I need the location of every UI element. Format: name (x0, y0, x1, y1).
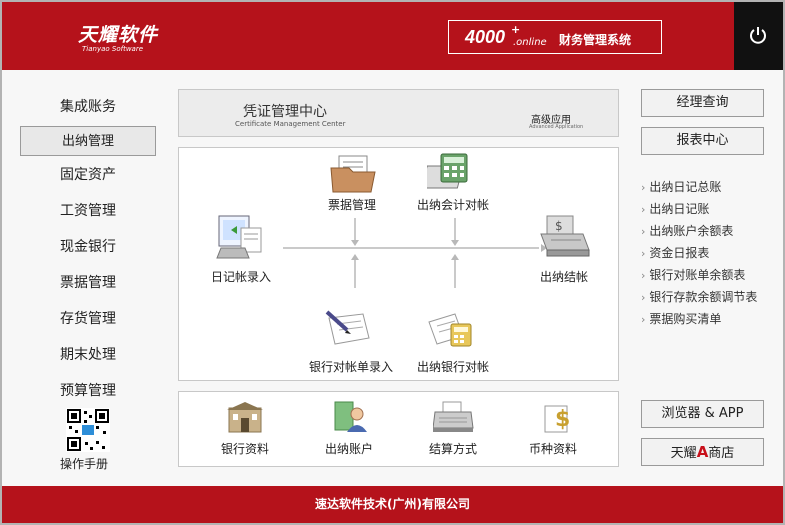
report-link[interactable]: › 出纳账户余额表 (641, 220, 757, 242)
nav-item-payroll[interactable]: 工资管理 (20, 196, 156, 226)
cashier-flow-panel: 票据管理 出纳会计对帐 日记帐录入 $ 出纳结帐 银行对帐单录入 出纳银行对帐 (178, 147, 619, 381)
banner-title: 凭证管理中心 (243, 104, 327, 120)
report-link[interactable]: › 票据购买清单 (641, 308, 757, 330)
bank-building-icon[interactable] (225, 400, 265, 438)
svg-text:$: $ (555, 407, 570, 432)
footer-company: 速达软件技术(广州)有限公司 (2, 486, 783, 523)
store-label-pre: 天耀 (670, 446, 697, 461)
nav-item-ledger[interactable]: 集成账务 (20, 92, 156, 122)
nav-item-inventory[interactable]: 存货管理 (20, 304, 156, 334)
chevron-right-icon: › (641, 313, 646, 326)
chevron-right-icon: › (641, 269, 646, 282)
calculator-icon[interactable] (420, 152, 477, 198)
manual-link[interactable]: 操作手册 (60, 455, 108, 472)
report-link[interactable]: › 出纳日记总账 (641, 176, 757, 198)
report-link[interactable]: › 资金日报表 (641, 242, 757, 264)
system-name: 财务管理系统 (559, 33, 632, 47)
power-icon (750, 27, 766, 44)
cashier-account-label[interactable]: 出纳账户 (325, 440, 373, 457)
power-button[interactable] (734, 2, 783, 70)
system-online: .online (513, 37, 547, 48)
bank-statement-entry-label[interactable]: 银行对帐单录入 (309, 358, 393, 375)
qr-code-icon[interactable] (66, 408, 110, 452)
banner-subtitle: Certificate Management Center (235, 120, 346, 128)
report-link[interactable]: › 银行对账单余额表 (641, 264, 757, 286)
settlement-register-icon[interactable] (432, 400, 475, 438)
nav-item-bills[interactable]: 票据管理 (20, 268, 156, 298)
cashier-accounting-reconcile-label[interactable]: 出纳会计对帐 (417, 196, 489, 213)
chevron-right-icon: › (641, 247, 646, 260)
cashier-bank-reconcile-label[interactable]: 出纳银行对帐 (417, 358, 489, 375)
svg-text:$: $ (555, 219, 563, 233)
nav-item-fixed-assets[interactable]: 固定资产 (20, 160, 156, 190)
pen-document-icon[interactable] (323, 308, 375, 352)
store-logo-a: A (696, 443, 709, 461)
advanced-app-subtitle: Advanced Application (529, 124, 584, 130)
nav-item-period-end[interactable]: 期末处理 (20, 340, 156, 370)
nav-item-budget[interactable]: 预算管理 (20, 376, 156, 406)
app-store-button[interactable]: 天耀A商店 (641, 438, 764, 466)
currency-info-label[interactable]: 币种资料 (529, 440, 577, 457)
cashier-closing-label[interactable]: 出纳结帐 (540, 268, 588, 285)
header-bar: 天耀软件 Tianyao Software 4000 + .online 财务管… (2, 2, 734, 70)
ticket-management-label[interactable]: 票据管理 (328, 196, 376, 213)
journal-entry-label[interactable]: 日记帐录入 (211, 268, 271, 285)
report-list: › 出纳日记总账 › 出纳日记账 › 出纳账户余额表 › 资金日报表 › 银行对账单余额表… (641, 176, 757, 330)
report-link[interactable]: › 银行存款余额调节表 (641, 286, 757, 308)
chevron-right-icon: › (641, 203, 646, 216)
chevron-right-icon: › (641, 291, 646, 304)
cash-register-icon[interactable]: $ (539, 214, 591, 264)
nav-item-cash-bank[interactable]: 现金银行 (20, 232, 156, 262)
certificate-banner: 凭证管理中心 Certificate Management Center 高级应… (178, 89, 619, 137)
chevron-right-icon: › (641, 225, 646, 238)
report-center-button[interactable]: 报表中心 (641, 127, 764, 155)
system-version: 4000 (465, 27, 506, 47)
currency-icon[interactable]: $ (541, 400, 577, 438)
cashier-account-icon[interactable] (329, 400, 369, 438)
bank-reconcile-icon[interactable] (425, 308, 475, 354)
logo-text: 天耀软件 (78, 24, 159, 46)
browser-app-button[interactable]: 浏览器 & APP (641, 400, 764, 428)
system-title-box: 4000 + .online 财务管理系统 (448, 20, 662, 54)
ticket-folder-icon[interactable] (329, 154, 379, 198)
settlement-method-label[interactable]: 结算方式 (429, 440, 477, 457)
store-label-post: 商店 (708, 446, 735, 461)
chevron-right-icon: › (641, 181, 646, 194)
computer-entry-icon[interactable] (215, 212, 265, 266)
manager-query-button[interactable]: 经理查询 (641, 89, 764, 117)
nav-item-cashier[interactable]: 出纳管理 (20, 126, 156, 156)
logo-subtext: Tianyao Software (82, 45, 144, 53)
basic-data-panel: 银行资料 出纳账户 结算方式 $ 币种资料 (178, 391, 619, 467)
report-link[interactable]: › 出纳日记账 (641, 198, 757, 220)
bank-info-label[interactable]: 银行资料 (221, 440, 269, 457)
system-plus: + (511, 23, 521, 36)
